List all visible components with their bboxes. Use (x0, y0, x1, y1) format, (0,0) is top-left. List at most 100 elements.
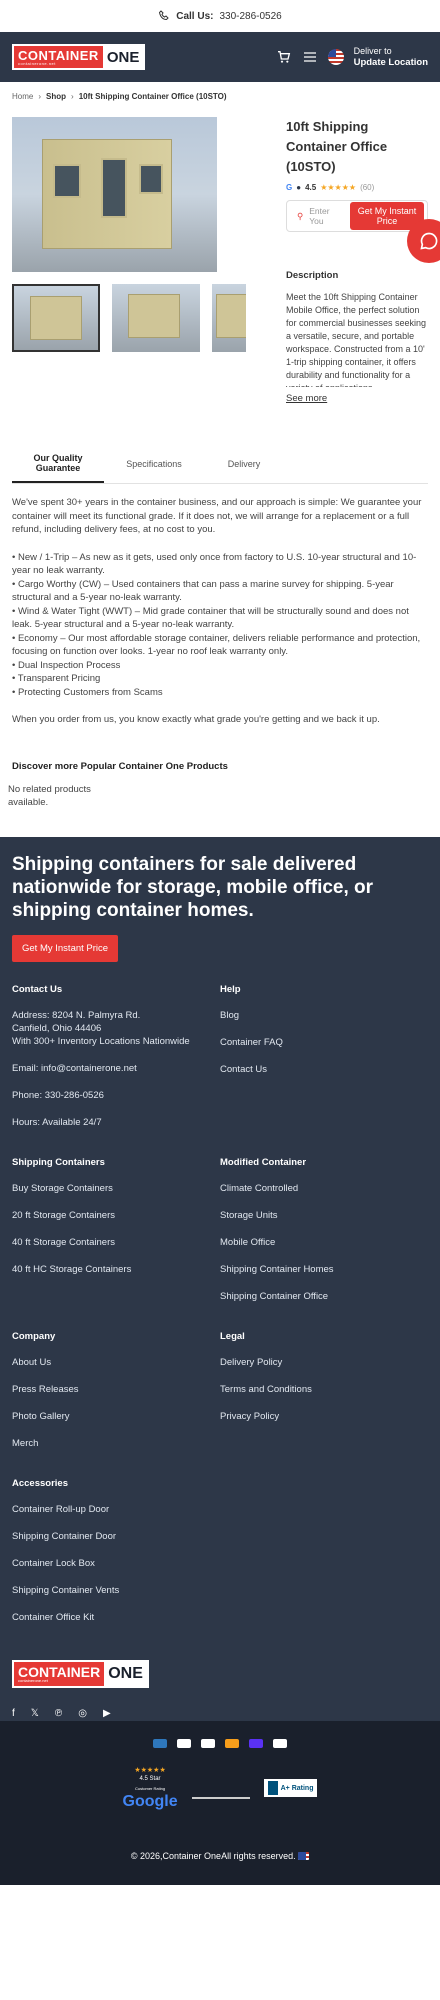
guarantee-item: • Protecting Customers from Scams (12, 686, 163, 698)
chat-button[interactable] (407, 219, 440, 263)
payment-methods (153, 1738, 287, 1748)
footer-link[interactable]: Container Lock Box (12, 1557, 428, 1570)
footer-link[interactable]: Buy Storage Containers (12, 1182, 220, 1195)
footer-link[interactable]: Container FAQ (220, 1036, 428, 1049)
call-label: Call Us: (176, 10, 214, 22)
footer-heading: Legal (220, 1330, 245, 1342)
footer-heading: Accessories (12, 1477, 68, 1489)
footer-link[interactable]: Climate Controlled (220, 1182, 428, 1195)
location-pin-icon: ⚲ (297, 210, 304, 221)
footer-heading: Company (12, 1330, 56, 1342)
footer-link[interactable]: Photo Gallery (12, 1410, 220, 1423)
footer-link[interactable]: Container Roll-up Door (12, 1503, 428, 1516)
address-line: With 300+ Inventory Locations Nationwide (12, 1035, 190, 1047)
footer-bottom: ★★★★★ 4.5 Star Customer Rating Google A+… (0, 1720, 440, 1885)
footer-link[interactable]: Shipping Container Homes (220, 1263, 428, 1276)
thumbnail[interactable] (12, 284, 100, 352)
footer-link[interactable]: Shipping Container Office (220, 1290, 428, 1303)
google-wordmark: Google (122, 1792, 178, 1810)
thumbnail-strip (12, 284, 272, 352)
footer-instant-price-button[interactable]: Get My Instant Price (12, 934, 119, 962)
footer-link[interactable]: 40 ft HC Storage Containers (12, 1263, 220, 1276)
footer-accessories: Accessories Container Roll-up Door Shipp… (12, 1478, 428, 1624)
us-flag-icon[interactable] (327, 49, 344, 65)
zip-input[interactable]: Enter You (309, 206, 344, 226)
related-empty: No related products available. (8, 783, 91, 808)
site-footer: Shipping containers for sale delivered n… (0, 836, 440, 1721)
footer-link[interactable]: Press Releases (12, 1383, 220, 1396)
tab-quality-guarantee[interactable]: Our Quality Guarantee (12, 444, 104, 483)
footer-link[interactable]: Privacy Policy (220, 1410, 428, 1423)
social-links: f 𝕏 ℗ ◎ ▶ (12, 1708, 428, 1719)
cart-icon[interactable] (276, 49, 292, 65)
footer-link[interactable]: Contact Us (220, 1063, 428, 1076)
trust-badges: ★★★★★ 4.5 Star Customer Rating Google A+… (123, 1766, 318, 1811)
chat-icon (420, 232, 438, 250)
x-twitter-icon[interactable]: 𝕏 (31, 1708, 39, 1719)
footer-legal: Legal Delivery Policy Terms and Conditio… (220, 1331, 428, 1464)
footer-link[interactable]: Terms and Conditions (220, 1383, 428, 1396)
guarantee-item: • Economy – Our most affordable storage … (12, 632, 421, 658)
description-text: Meet the 10ft Shipping Container Mobile … (286, 292, 427, 387)
google-rating-badge: ★★★★★ 4.5 Star Customer Rating Google (123, 1766, 178, 1811)
footer-link[interactable]: 40 ft Storage Containers (12, 1236, 220, 1249)
tab-delivery[interactable]: Delivery (204, 444, 284, 483)
rating-value: 4.5 (305, 183, 317, 192)
footer-logo[interactable]: CONTAINER containerone.net ONE (12, 1659, 149, 1688)
thumbnail[interactable] (212, 284, 246, 352)
shop-pay-icon (249, 1738, 263, 1748)
facebook-icon[interactable]: f (12, 1708, 15, 1719)
deliver-to-location[interactable]: Deliver to Update Location (354, 45, 428, 69)
copyright-text: © 2026,Container OneAll rights reserved. (130, 1850, 296, 1861)
product-main-image[interactable] (12, 117, 217, 272)
site-header: CONTAINER containerone.net ONE Deliver to… (0, 32, 440, 82)
see-more-link[interactable]: See more (286, 393, 428, 404)
tab-specifications[interactable]: Specifications (104, 444, 204, 483)
google-pay-icon (201, 1738, 215, 1748)
logo-part1: CONTAINER (18, 47, 99, 63)
footer-link[interactable]: Delivery Policy (220, 1356, 428, 1369)
footer-link[interactable]: 20 ft Storage Containers (12, 1209, 220, 1222)
address-line: Canfield, Ohio 44406 (12, 1022, 102, 1034)
guarantee-content: We've spent 30+ years in the container b… (0, 496, 440, 727)
footer-heading: Contact Us (12, 983, 63, 995)
footer-link[interactable]: Storage Units (220, 1209, 428, 1222)
chevron-right-icon: › (71, 92, 74, 101)
footer-link[interactable]: Blog (220, 1009, 428, 1022)
call-phone[interactable]: 330-286-0526 (219, 11, 281, 22)
footer-modified: Modified Container Climate Controlled St… (220, 1157, 428, 1317)
breadcrumb: Home › Shop › 10ft Shipping Container Of… (0, 82, 440, 111)
footer-link[interactable]: Merch (12, 1437, 220, 1450)
rating-stars: ★★★★★ (320, 183, 357, 192)
contact-email[interactable]: Email: info@containerone.net (12, 1062, 220, 1075)
instagram-icon[interactable]: ◎ (78, 1708, 87, 1719)
contact-hours: Hours: Available 24/7 (12, 1116, 102, 1128)
product-info: 10ft Shipping Container Office (10STO) G… (286, 117, 440, 404)
guarantee-outro: When you order from us, you know exactly… (12, 714, 380, 725)
contact-phone[interactable]: Phone: 330-286-0526 (12, 1089, 220, 1102)
footer-headline: Shipping containers for sale delivered n… (12, 853, 374, 921)
footer-link[interactable]: Shipping Container Vents (12, 1584, 428, 1597)
footer-link[interactable]: Shipping Container Door (12, 1530, 428, 1543)
footer-link[interactable]: About Us (12, 1356, 220, 1369)
footer-link[interactable]: Container Office Kit (12, 1611, 428, 1624)
footer-link[interactable]: Mobile Office (220, 1236, 428, 1249)
menu-icon[interactable] (302, 49, 318, 65)
site-logo[interactable]: CONTAINER containerone.net ONE (12, 44, 146, 70)
breadcrumb-home[interactable]: Home (12, 92, 33, 101)
thumbnail[interactable] (112, 284, 200, 352)
copyright: © 2026,Container OneAll rights reserved. (130, 1850, 310, 1861)
logo-part1: CONTAINER (18, 1663, 101, 1680)
bbb-logo-icon (267, 1781, 278, 1795)
youtube-icon[interactable]: ▶ (103, 1708, 111, 1719)
logo-tagline: containerone.net (18, 60, 56, 66)
badge-rating: 4.5 Star (139, 1775, 161, 1782)
bbb-badge[interactable]: A+ Rating (263, 1779, 318, 1797)
pinterest-icon[interactable]: ℗ (55, 1708, 62, 1719)
google-icon: G (286, 183, 293, 192)
foundation-logo (191, 1777, 250, 1799)
product-tabs: Our Quality Guarantee Specifications Del… (12, 444, 428, 484)
logo-part2: ONE (102, 46, 144, 68)
breadcrumb-shop[interactable]: Shop (46, 92, 66, 101)
footer-contact: Contact Us Address: 8204 N. Palmyra Rd. … (12, 984, 220, 1143)
